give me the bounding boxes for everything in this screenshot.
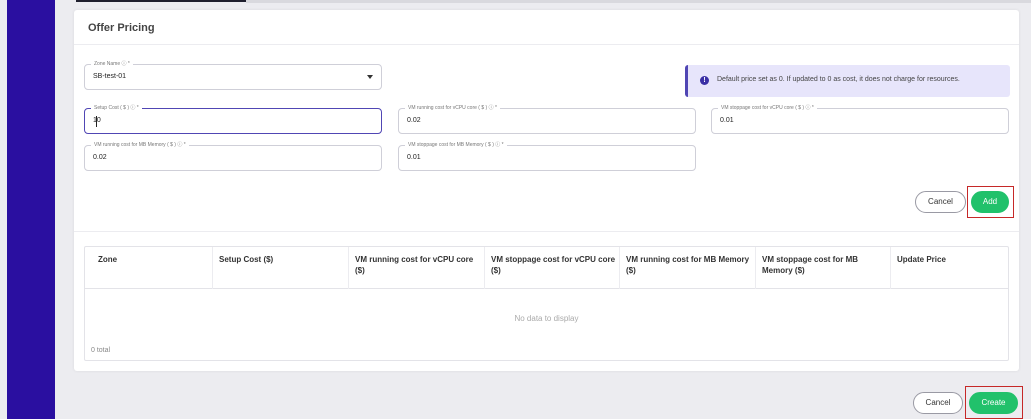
column-header: VM stoppage cost for MB Memory ($) (756, 247, 891, 289)
form-divider (74, 231, 1019, 232)
zone-select[interactable]: Zone Name ⓘ * SB-test-01 (84, 60, 382, 90)
vm-running-vcpu-label: VM running cost for vCPU core ( $ ) ⓘ * (405, 104, 500, 112)
title-divider (74, 44, 1019, 45)
column-header: Setup Cost ($) (213, 247, 349, 289)
column-header: Update Price (897, 255, 946, 264)
setup-cost-input[interactable]: Setup Cost ( $ ) ⓘ * 10 (84, 104, 382, 134)
setup-cost-label: Setup Cost ( $ ) ⓘ * (91, 104, 142, 112)
vm-running-vcpu-input[interactable]: VM running cost for vCPU core ( $ ) ⓘ * … (398, 104, 696, 134)
vm-running-vcpu-value: 0.02 (407, 117, 421, 124)
empty-state: No data to display (514, 314, 579, 323)
vm-running-memory-value: 0.02 (93, 154, 107, 161)
sidebar (7, 0, 55, 419)
cancel-button[interactable]: Cancel (915, 191, 966, 213)
vm-stoppage-memory-label: VM stoppage cost for MB Memory ( $ ) ⓘ * (405, 141, 507, 149)
table-header: Zone Setup Cost ($) VM running cost for … (85, 247, 1008, 289)
column-header: Zone (85, 247, 213, 289)
highlight-box (967, 186, 1014, 218)
zone-label: Zone Name ⓘ * (91, 60, 133, 68)
vm-stoppage-vcpu-label: VM stoppage cost for vCPU core ( $ ) ⓘ * (718, 104, 817, 112)
header-edge (246, 0, 1031, 3)
column-header: VM stoppage cost for vCPU core ($) (485, 247, 620, 289)
offer-pricing-card: Offer Pricing Zone Name ⓘ * SB-test-01 !… (74, 10, 1019, 371)
active-tab-indicator (76, 0, 246, 2)
vm-stoppage-vcpu-input[interactable]: VM stoppage cost for vCPU core ( $ ) ⓘ *… (711, 104, 1009, 134)
info-banner: ! Default price set as 0. If updated to … (685, 65, 1010, 97)
vm-running-memory-input[interactable]: VM running cost for MB Memory ( $ ) ⓘ * … (84, 141, 382, 171)
column-header: VM running cost for MB Memory ($) (620, 247, 756, 289)
info-icon: ! (700, 76, 709, 85)
vm-running-memory-label: VM running cost for MB Memory ( $ ) ⓘ * (91, 141, 189, 149)
zone-value: SB-test-01 (93, 73, 127, 80)
page-cancel-button[interactable]: Cancel (913, 392, 963, 414)
column-header: VM running cost for vCPU core ($) (349, 247, 485, 289)
vm-stoppage-vcpu-value: 0.01 (720, 117, 734, 124)
section-title: Offer Pricing (88, 22, 155, 34)
pricing-table: Zone Setup Cost ($) VM running cost for … (84, 246, 1009, 361)
text-cursor (96, 116, 97, 127)
vm-stoppage-memory-value: 0.01 (407, 154, 421, 161)
total-count: 0 total (91, 347, 111, 354)
chevron-down-icon[interactable] (367, 75, 373, 79)
vm-stoppage-memory-input[interactable]: VM stoppage cost for MB Memory ( $ ) ⓘ *… (398, 141, 696, 171)
highlight-box (965, 386, 1023, 419)
info-text: Default price set as 0. If updated to 0 … (717, 76, 960, 83)
